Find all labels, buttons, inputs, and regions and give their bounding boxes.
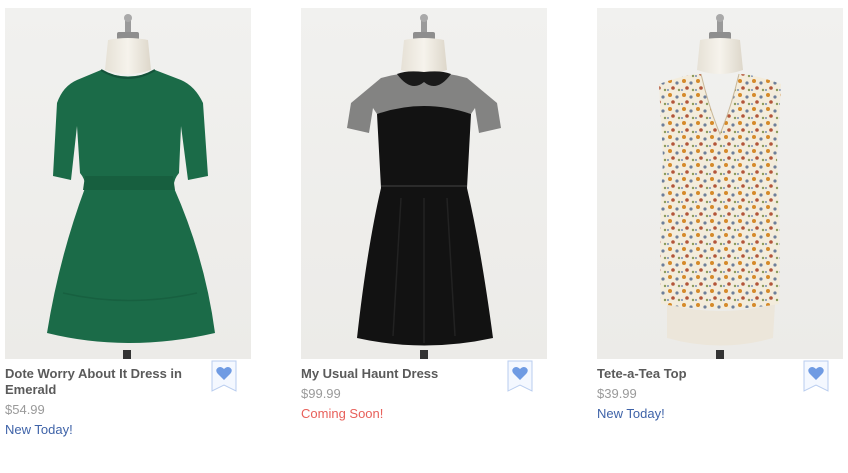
product-image-floral-top[interactable] — [597, 8, 843, 359]
product-card: My Usual Haunt Dress $99.99 Coming Soon! — [301, 8, 548, 422]
product-title[interactable]: Tete-a-Tea Top — [597, 366, 787, 382]
product-info: Dote Worry About It Dress in Emerald $54… — [5, 359, 252, 438]
product-price: $54.99 — [5, 402, 45, 417]
favorite-button[interactable] — [211, 360, 237, 392]
heart-icon — [507, 360, 533, 392]
status-badge: New Today! — [5, 422, 73, 437]
product-info: Tete-a-Tea Top $39.99 New Today! — [597, 359, 844, 422]
product-card: Dote Worry About It Dress in Emerald $54… — [5, 8, 252, 438]
status-badge: New Today! — [597, 406, 665, 421]
heart-icon — [211, 360, 237, 392]
emerald-dress-image — [47, 14, 215, 359]
product-image-black-dress[interactable] — [301, 8, 547, 359]
product-info: My Usual Haunt Dress $99.99 Coming Soon! — [301, 359, 548, 422]
product-title[interactable]: My Usual Haunt Dress — [301, 366, 491, 382]
product-grid: Dote Worry About It Dress in Emerald $54… — [0, 0, 848, 473]
heart-icon — [803, 360, 829, 392]
status-badge: Coming Soon! — [301, 406, 384, 421]
floral-top-image — [659, 14, 781, 359]
product-image-emerald-dress[interactable] — [5, 8, 251, 359]
product-title[interactable]: Dote Worry About It Dress in Emerald — [5, 366, 195, 398]
favorite-button[interactable] — [507, 360, 533, 392]
black-dress-image — [347, 14, 501, 359]
favorite-button[interactable] — [803, 360, 829, 392]
product-card: Tete-a-Tea Top $39.99 New Today! — [597, 8, 844, 422]
